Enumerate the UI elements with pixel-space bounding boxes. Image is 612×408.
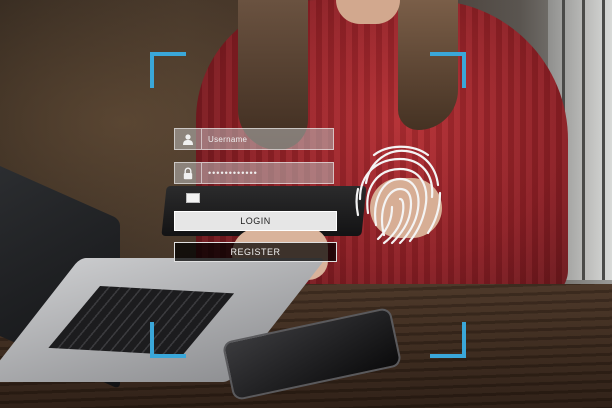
hud-corner-top-right	[430, 52, 466, 88]
user-icon	[175, 129, 202, 149]
username-field[interactable]: Username	[174, 128, 334, 150]
photo-scene: Username •••••••••••• LOGIN REGISTER	[0, 0, 612, 408]
login-button[interactable]: LOGIN	[174, 211, 337, 231]
password-mask: ••••••••••••	[208, 168, 258, 178]
hud-corner-bottom-right	[430, 322, 466, 358]
register-button[interactable]: REGISTER	[174, 242, 337, 262]
username-placeholder: Username	[208, 134, 248, 144]
remember-me-checkbox[interactable]	[186, 193, 200, 203]
lock-icon	[175, 163, 202, 183]
fingerprint-icon[interactable]	[352, 143, 446, 249]
hud-corner-top-left	[150, 52, 186, 88]
hud-corner-bottom-left	[150, 322, 186, 358]
password-field[interactable]: ••••••••••••	[174, 162, 334, 184]
